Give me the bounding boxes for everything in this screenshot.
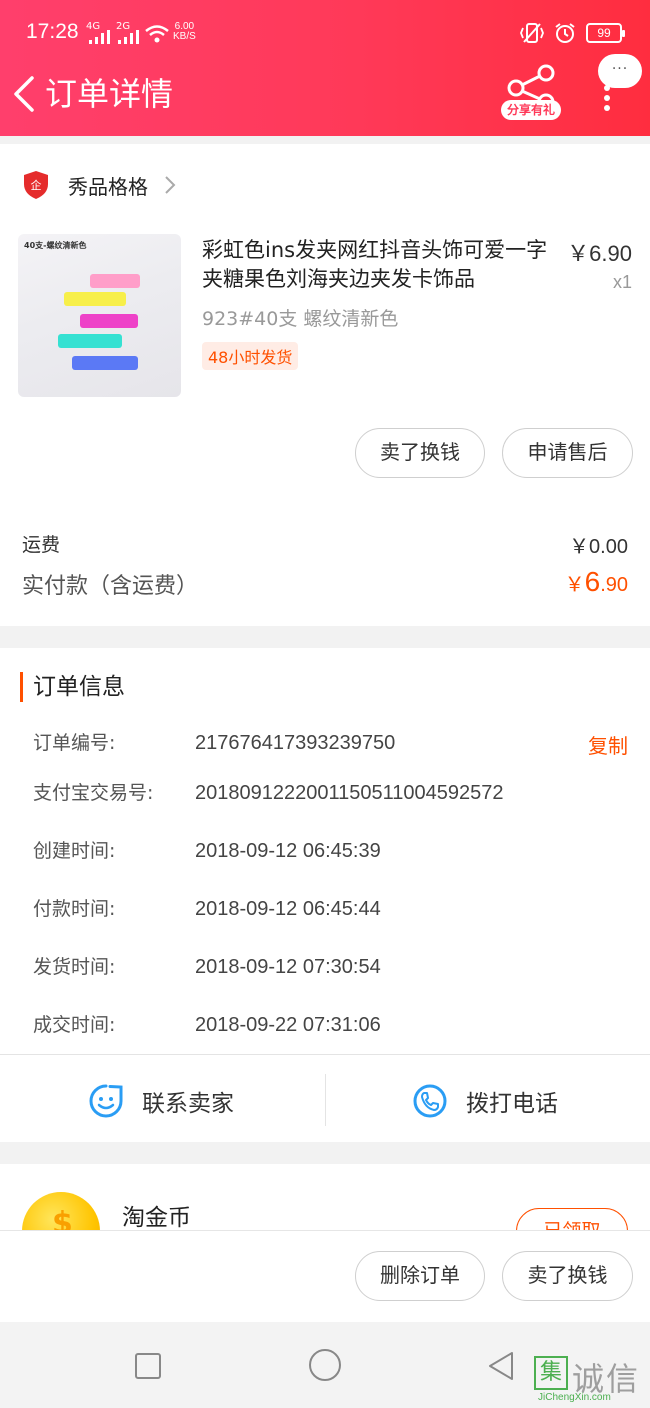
enterprise-shop-icon: 企 [24, 171, 48, 199]
shipping-tag: 48小时发货 [202, 342, 299, 370]
info-value: 2018091222001150511004592572 [195, 782, 504, 804]
watermark-char: 集 [534, 1356, 568, 1390]
contact-seller-label: 联系卖家 [142, 1091, 234, 1117]
copy-order-number-button[interactable]: 复制 [588, 730, 628, 759]
status-right: 99 [520, 22, 625, 44]
info-key: 付款时间: [33, 898, 116, 920]
chat-face-icon [89, 1084, 123, 1118]
gold-coin-icon: $ [22, 1192, 100, 1234]
delete-order-button[interactable]: 删除订单 [355, 1251, 485, 1301]
product-card: 企 秀品格格 40支-螺纹清新色 彩虹色ins发夹网红抖音头饰可爱一字夹糖果色刘… [0, 144, 650, 626]
info-row-shipped-time: 发货时间: 2018-09-12 07:30:54 [33, 952, 633, 982]
paid-decimal: .90 [600, 574, 628, 596]
sell-for-cash-bottom-button[interactable]: 卖了换钱 [502, 1251, 633, 1301]
call-phone-button[interactable]: 拨打电话 [412, 1076, 558, 1126]
info-value: 2018-09-12 07:30:54 [195, 956, 381, 978]
page-title: 订单详情 [45, 75, 174, 113]
order-info-card: 订单信息 订单编号: 217676417393239750 复制 支付宝交易号:… [0, 648, 650, 1142]
info-row-completed-time: 成交时间: 2018-09-22 07:31:06 [33, 1010, 633, 1040]
chevron-right-icon [165, 176, 176, 194]
paid-integer: 6 [584, 566, 601, 597]
paid-amount-value: ￥6.90 [565, 566, 628, 598]
divider [325, 1074, 326, 1126]
back-triangle-icon[interactable] [486, 1350, 516, 1382]
info-row-order-number: 订单编号: 217676417393239750 [33, 728, 633, 758]
sell-for-cash-button[interactable]: 卖了换钱 [355, 428, 485, 478]
bottom-action-bar: 删除订单 卖了换钱 [0, 1230, 650, 1322]
shipping-fee-label: 运费 [22, 534, 61, 556]
shop-row[interactable]: 企 秀品格格 [22, 168, 178, 202]
network-speed: 6.00 KB/S [173, 22, 196, 42]
contact-seller-button[interactable]: 联系卖家 [88, 1076, 234, 1126]
signal-bars-icon [89, 30, 110, 44]
alarm-icon [555, 23, 575, 43]
app-header: 17:28 4G 2G 6.00 KB/S 99 订单详情 分享有礼 ··· [0, 0, 650, 136]
info-key: 创建时间: [33, 840, 116, 862]
info-value: 2018-09-12 06:45:44 [195, 898, 381, 920]
battery-indicator: 99 [586, 23, 625, 43]
info-value: 2018-09-22 07:31:06 [195, 1014, 381, 1036]
info-row-alipay-number: 支付宝交易号: 2018091222001150511004592572 [33, 778, 633, 808]
product-quantity: x1 [612, 272, 632, 292]
info-key: 支付宝交易号: [33, 782, 154, 804]
product-image[interactable]: 40支-螺纹清新色 [18, 234, 181, 397]
back-arrow-icon[interactable] [10, 72, 40, 116]
info-value: 2018-09-12 06:45:39 [195, 840, 381, 862]
watermark-logo: 集 诚信 JiChengXin.com [534, 1356, 646, 1403]
info-key: 订单编号: [33, 732, 116, 754]
svg-text:企: 企 [31, 178, 42, 192]
home-icon[interactable] [308, 1348, 342, 1382]
product-sku: 923#40支 螺纹清新色 [202, 308, 399, 330]
divider [0, 1054, 650, 1055]
status-time: 17:28 [26, 20, 79, 43]
share-reward-badge[interactable]: 分享有礼 [501, 100, 562, 120]
info-key: 发货时间: [33, 956, 116, 978]
call-phone-label: 拨打电话 [466, 1091, 558, 1117]
taojinbi-title: 淘金币 [122, 1205, 191, 1231]
info-row-paid-time: 付款时间: 2018-09-12 06:45:44 [33, 894, 633, 924]
taojinbi-card: $ 淘金币 已领取 [0, 1164, 650, 1234]
paid-currency: ￥ [564, 574, 585, 596]
recent-apps-icon[interactable] [134, 1352, 162, 1380]
info-key: 成交时间: [33, 1014, 116, 1036]
wifi-icon [145, 25, 169, 43]
order-info-title: 订单信息 [20, 672, 125, 702]
shop-name: 秀品格格 [68, 174, 148, 199]
phone-icon [413, 1084, 447, 1118]
paid-amount-label: 实付款（含运费） [22, 574, 199, 599]
more-vertical-icon[interactable] [597, 82, 617, 114]
speed-unit: KB/S [173, 31, 196, 42]
vibrate-icon [520, 23, 544, 43]
apply-after-sale-button[interactable]: 申请售后 [502, 428, 633, 478]
status-bar: 17:28 4G 2G 6.00 KB/S 99 [0, 0, 650, 66]
product-title[interactable]: 彩虹色ins发夹网红抖音头饰可爱一字夹糖果色刘海夹边夹发卡饰品 [202, 236, 548, 294]
info-value: 217676417393239750 [195, 732, 396, 754]
shipping-fee-value: ￥0.00 [569, 536, 628, 558]
watermark-url: JiChengXin.com [538, 1392, 611, 1403]
info-row-created-time: 创建时间: 2018-09-12 06:45:39 [33, 836, 633, 866]
product-price: ￥6.90 [567, 241, 632, 266]
signal-bars-icon [118, 30, 139, 44]
product-image-label: 40支-螺纹清新色 [24, 241, 87, 250]
